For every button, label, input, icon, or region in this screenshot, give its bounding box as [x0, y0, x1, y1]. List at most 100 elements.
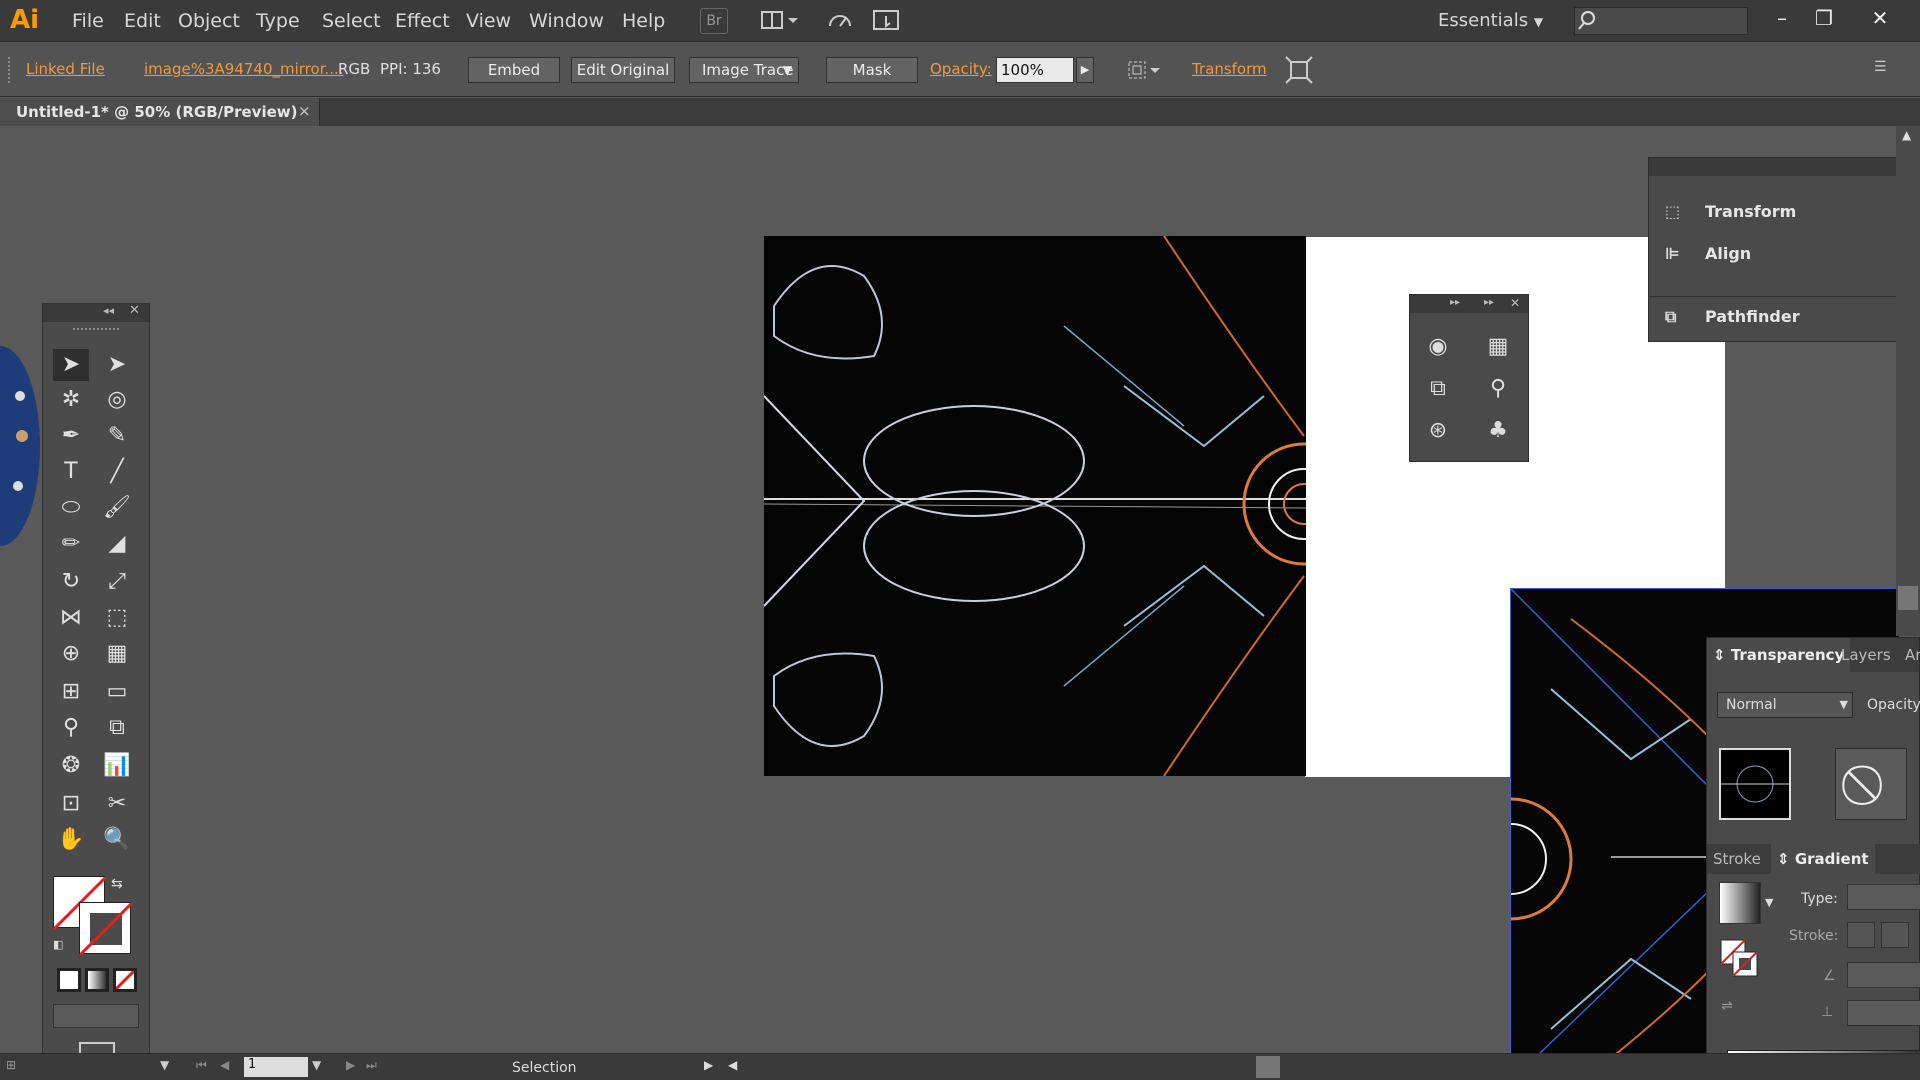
- horizontal-scrollbar-thumb[interactable]: [1256, 1056, 1280, 1078]
- collapse-icon[interactable]: ◂◂: [103, 304, 114, 317]
- appearance-icon[interactable]: ◉: [1420, 331, 1456, 363]
- fill-stroke-icon[interactable]: [1719, 938, 1761, 980]
- default-colors-icon[interactable]: ◧: [53, 938, 69, 954]
- slice-tool-icon[interactable]: ✂: [99, 788, 135, 820]
- symbols-icon[interactable]: ♣: [1480, 415, 1516, 447]
- linked-file-link[interactable]: Linked File: [26, 60, 105, 78]
- drawing-modes-icon[interactable]: [53, 1004, 139, 1028]
- prohibited-icon[interactable]: ⃠: [1835, 748, 1907, 820]
- menu-file[interactable]: File: [72, 10, 104, 32]
- isolate-object-icon[interactable]: [1284, 55, 1314, 85]
- bridge-button[interactable]: Br: [700, 8, 728, 34]
- selection-tool-icon[interactable]: ➤: [53, 349, 89, 381]
- align-panel-item[interactable]: ⊫ Align: [1649, 234, 1920, 274]
- pen-tool-icon[interactable]: ✒: [53, 420, 89, 452]
- perspective-grid-tool-icon[interactable]: ▦: [99, 638, 135, 670]
- transform-link[interactable]: Transform: [1192, 60, 1267, 78]
- thumbnail-preview[interactable]: [1719, 748, 1791, 820]
- grip-handle[interactable]: [8, 57, 12, 83]
- swatches-icon[interactable]: ▦: [1480, 331, 1516, 363]
- stroke-option-icon[interactable]: [1847, 922, 1875, 948]
- artboard-tool-icon[interactable]: ⊡: [53, 788, 89, 820]
- last-page-icon[interactable]: ⏭: [366, 1058, 377, 1073]
- placed-image-kaleidoscope[interactable]: [764, 236, 1306, 776]
- opacity-arrow-icon[interactable]: ▶: [1076, 57, 1094, 83]
- paintbrush-tool-icon[interactable]: 🖌: [99, 492, 135, 524]
- scale-tool-icon[interactable]: ⤢: [99, 566, 135, 598]
- gradient-tool-icon[interactable]: ▭: [99, 676, 135, 708]
- pencil-tool-icon[interactable]: ✏: [53, 528, 89, 560]
- menu-edit[interactable]: Edit: [124, 10, 161, 32]
- free-transform-tool-icon[interactable]: ⬚: [99, 602, 135, 634]
- eraser-tool-icon[interactable]: ◢: [99, 528, 135, 560]
- arrange-documents-icon[interactable]: [760, 8, 800, 34]
- close-icon[interactable]: ✕: [129, 303, 140, 318]
- chevron-down-icon[interactable]: ▼: [160, 1058, 169, 1072]
- gradient-swatch[interactable]: [1719, 882, 1761, 924]
- opacity-label[interactable]: Opacity:: [930, 60, 992, 78]
- zoom-level-field[interactable]: ⊞: [6, 1058, 46, 1078]
- close-icon[interactable]: ×: [298, 102, 311, 120]
- pathfinder-panel-item[interactable]: ⧉ Pathfinder: [1649, 296, 1920, 336]
- scroll-up-icon[interactable]: ▲: [1902, 128, 1911, 142]
- vertical-scrollbar[interactable]: ▲: [1896, 126, 1920, 636]
- gradient-type-select[interactable]: [1847, 884, 1920, 910]
- gpu-performance-icon[interactable]: [826, 8, 858, 34]
- mesh-tool-icon[interactable]: ⊞: [53, 676, 89, 708]
- menu-help[interactable]: Help: [622, 10, 665, 32]
- panel-header[interactable]: ▸▸ ▸▸ ✕: [1410, 295, 1528, 313]
- zoom-tool-icon[interactable]: 🔍: [99, 824, 135, 856]
- menu-window[interactable]: Window: [529, 10, 604, 32]
- search-input[interactable]: [1574, 7, 1748, 35]
- blend-mode-select[interactable]: Normal ▼: [1717, 692, 1853, 718]
- opacity-input[interactable]: 100%: [996, 57, 1074, 83]
- transform-panel-item[interactable]: ⬚ Transform: [1649, 192, 1920, 232]
- column-graph-tool-icon[interactable]: 📊: [99, 750, 135, 782]
- stroke-option-icon[interactable]: [1881, 922, 1909, 948]
- first-page-icon[interactable]: ⏮: [196, 1058, 207, 1073]
- grip-handle[interactable]: [73, 328, 119, 332]
- lasso-tool-icon[interactable]: ◎: [99, 384, 135, 416]
- cc-libraries-icon[interactable]: ⊛: [1420, 415, 1456, 447]
- angle-input[interactable]: [1847, 962, 1920, 988]
- tab-artboards[interactable]: Ar: [1899, 638, 1920, 672]
- graphic-styles-icon[interactable]: ⧉: [1420, 373, 1456, 405]
- file-name-link[interactable]: image%3A94740_mirror....: [144, 60, 344, 78]
- collapse-icon[interactable]: ▸▸: [1484, 297, 1494, 308]
- embed-button[interactable]: Embed: [468, 57, 560, 83]
- image-trace-button[interactable]: Image Trace ▼: [689, 57, 799, 83]
- ellipse-tool-icon[interactable]: ⬭: [53, 492, 89, 524]
- collapse-icon[interactable]: ▸▸: [1450, 297, 1460, 308]
- tab-layers[interactable]: Layers: [1835, 638, 1897, 672]
- panel-menu-icon[interactable]: ☰: [1874, 59, 1902, 79]
- align-to-selection-icon[interactable]: [1126, 57, 1162, 83]
- menu-type[interactable]: Type: [256, 10, 300, 32]
- status-menu-icon[interactable]: ▶: [704, 1058, 713, 1072]
- magic-wand-tool-icon[interactable]: ✲: [53, 384, 89, 416]
- restore-icon[interactable]: ❐: [1804, 4, 1844, 32]
- edit-original-button[interactable]: Edit Original: [571, 57, 675, 83]
- hand-tool-icon[interactable]: ✋: [53, 824, 89, 856]
- brushes-icon[interactable]: ⚲: [1480, 373, 1516, 405]
- rotate-tool-icon[interactable]: ↻: [53, 566, 89, 598]
- swap-colors-icon[interactable]: ⇆: [111, 876, 131, 896]
- stroke-swatch[interactable]: [78, 901, 134, 957]
- next-page-icon[interactable]: ▶: [346, 1058, 355, 1072]
- eyedropper-tool-icon[interactable]: ⚲: [53, 712, 89, 744]
- symbol-sprayer-tool-icon[interactable]: ❂: [53, 750, 89, 782]
- line-tool-icon[interactable]: ╱: [99, 456, 135, 488]
- mask-button[interactable]: Mask: [826, 57, 918, 83]
- curvature-tool-icon[interactable]: ✎: [99, 420, 135, 452]
- menu-object[interactable]: Object: [178, 10, 240, 32]
- workspace-switcher[interactable]: Essentials ▼: [1438, 10, 1543, 31]
- gradient-mode-icon[interactable]: [85, 968, 109, 992]
- direct-selection-tool-icon[interactable]: ➤: [99, 349, 135, 381]
- none-mode-icon[interactable]: [113, 968, 137, 992]
- close-icon[interactable]: ✕: [1510, 296, 1520, 310]
- page-number-input[interactable]: 1: [244, 1057, 308, 1077]
- width-tool-icon[interactable]: ⋈: [53, 602, 89, 634]
- aspect-ratio-input[interactable]: [1847, 1000, 1920, 1026]
- shape-builder-tool-icon[interactable]: ⊕: [53, 638, 89, 670]
- panel-header[interactable]: ▸▸: [1649, 158, 1919, 176]
- tab-gradient[interactable]: ⇕ Gradient: [1771, 844, 1875, 874]
